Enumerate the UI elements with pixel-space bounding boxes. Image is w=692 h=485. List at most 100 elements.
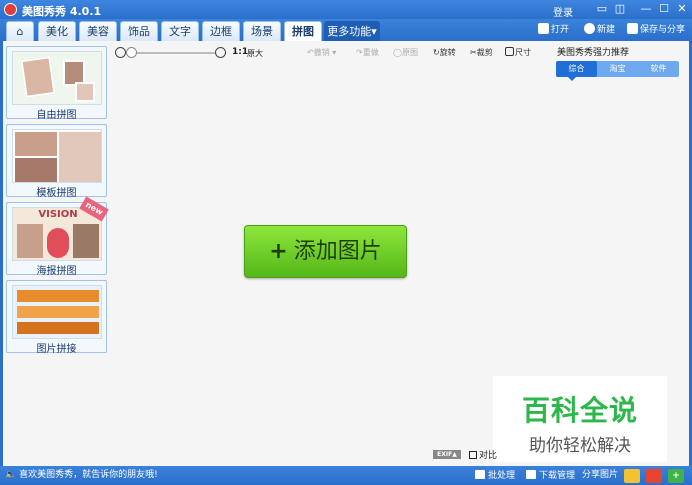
- tab-text[interactable]: 文字: [161, 21, 199, 41]
- recommend-title: 美图秀秀强力推荐: [557, 48, 630, 58]
- close-icon[interactable]: ✕: [674, 2, 690, 16]
- new-button[interactable]: 新建: [584, 23, 615, 37]
- photo-2: [47, 228, 69, 258]
- photo-3: [17, 322, 99, 334]
- poster-collage-card[interactable]: VISION new 海报拼图: [6, 196, 109, 277]
- recommend-tab-general[interactable]: 综合: [556, 61, 597, 77]
- image-stitch-thumbnail: [12, 285, 102, 339]
- photo-3: [73, 224, 99, 258]
- photo-1: [15, 132, 57, 156]
- image-stitch-card[interactable]: 图片拼接: [6, 280, 107, 355]
- photo-3: [75, 82, 95, 102]
- tab-home[interactable]: ⌂: [6, 21, 34, 41]
- plus-icon: +: [269, 239, 288, 264]
- recommend-tabs: 综合 淘宝 软件: [556, 61, 679, 77]
- workspace: 自由拼图 模板拼图 VISION new 海报拼图 图片拼接 1:1 原大 ↶撤…: [3, 41, 689, 466]
- photo-2: [17, 306, 99, 318]
- restore-label: 原图: [401, 48, 418, 57]
- rotate-icon: ↻: [433, 48, 440, 57]
- compare-label: 对比: [479, 451, 498, 461]
- photo-2: [15, 158, 57, 182]
- minimize-icon[interactable]: —: [638, 2, 654, 16]
- speaker-icon: 🔈: [5, 470, 17, 480]
- batch-label: 批处理: [488, 471, 516, 481]
- add-image-button[interactable]: + 添加图片: [244, 225, 407, 278]
- tab-beauty[interactable]: 美容: [79, 21, 117, 41]
- tab-collage[interactable]: 拼图: [284, 21, 322, 41]
- maximize-icon[interactable]: ☐: [656, 2, 672, 16]
- poster-collage-label: 海报拼图: [36, 266, 77, 277]
- star-icon[interactable]: [624, 469, 640, 483]
- download-manager-button[interactable]: 下载管理: [526, 470, 575, 482]
- login-link[interactable]: 登录: [553, 4, 573, 19]
- plus-circle-icon: [584, 23, 595, 34]
- actual-size-button[interactable]: 1:1: [232, 47, 248, 57]
- undo-label: 撤销: [313, 48, 330, 57]
- download-label: 下载管理: [539, 471, 576, 481]
- restore-icon: ◯: [393, 48, 402, 57]
- compare-icon: [469, 451, 477, 459]
- size-button[interactable]: 尺寸: [505, 47, 531, 58]
- download-icon: [526, 470, 536, 479]
- compare-button[interactable]: 对比: [469, 448, 497, 461]
- recommend-tab-pointer: [568, 77, 576, 81]
- new-label: 新建: [597, 25, 616, 35]
- tab-scene[interactable]: 场景: [243, 21, 281, 41]
- resize-icon: [505, 47, 514, 56]
- share-message-text: 喜欢美图秀秀，就告诉你的朋友哦!: [19, 470, 158, 480]
- template-collage-card[interactable]: 模板拼图: [6, 124, 107, 199]
- redo-icon: ↷: [356, 48, 363, 57]
- zoom-slider-track[interactable]: [129, 52, 215, 54]
- save-share-button[interactable]: 保存与分享: [627, 23, 685, 37]
- zoom-slider-knob[interactable]: [126, 47, 137, 58]
- redo-label: 重做: [362, 48, 379, 57]
- folder-icon: [538, 23, 549, 34]
- photo-1: [17, 290, 99, 302]
- share-message[interactable]: 🔈 喜欢美图秀秀，就告诉你的朋友哦!: [5, 470, 158, 481]
- photo-1: [17, 224, 43, 258]
- save-icon: [627, 23, 638, 34]
- scissors-icon: ✂: [470, 48, 477, 57]
- rotate-label: 旋转: [439, 48, 456, 57]
- tab-border[interactable]: 边框: [202, 21, 240, 41]
- watermark-title: 百科全说: [521, 394, 638, 427]
- size-label: 尺寸: [515, 48, 531, 57]
- zoom-in-icon[interactable]: [215, 47, 226, 58]
- skin-icon[interactable]: ◫: [612, 2, 628, 16]
- title-bar: 美图秀秀 4.0.1 登录 ▭ ◫ — ☐ ✕: [0, 0, 692, 19]
- crop-button[interactable]: ✂裁剪: [470, 47, 493, 58]
- app-title: 美图秀秀 4.0.1: [22, 5, 102, 18]
- weibo-icon[interactable]: [646, 469, 662, 483]
- tab-accessories[interactable]: 饰品: [120, 21, 158, 41]
- tab-beautify[interactable]: 美化: [38, 21, 76, 41]
- open-button[interactable]: 打开: [538, 23, 569, 37]
- rotate-button[interactable]: ↻旋转: [433, 47, 456, 58]
- original-size-label[interactable]: 原大: [247, 48, 263, 59]
- recommend-tab-taobao[interactable]: 淘宝: [597, 61, 638, 77]
- zoom-out-icon[interactable]: [115, 47, 126, 58]
- photo-1: [20, 56, 56, 98]
- main-tab-bar: ⌂ 美化 美容 饰品 文字 边框 场景 拼图 更多功能▾ 打开 新建 保存与分享: [0, 19, 692, 41]
- share-image-button[interactable]: 分享图片: [582, 470, 618, 481]
- free-collage-card[interactable]: 自由拼图: [6, 46, 107, 121]
- image-stitch-label: 图片拼接: [36, 344, 77, 355]
- undo-icon: ↶: [307, 48, 314, 57]
- restore-original-button[interactable]: ◯原图: [393, 47, 418, 58]
- redo-button[interactable]: ↷重做: [356, 47, 379, 58]
- tab-more-features[interactable]: 更多功能▾: [324, 21, 380, 41]
- feedback-icon[interactable]: ▭: [594, 2, 610, 16]
- baike-watermark: 百科全说 助你轻松解决: [493, 376, 667, 462]
- undo-button[interactable]: ↶撤销 ▾: [307, 47, 336, 58]
- batch-process-button[interactable]: 批处理: [475, 470, 515, 482]
- add-icon[interactable]: +: [668, 469, 684, 483]
- exif-button[interactable]: EXIF▲: [433, 450, 461, 459]
- watermark-subtitle: 助你轻松解决: [529, 436, 631, 456]
- app-logo-icon: [4, 3, 17, 16]
- free-collage-label: 自由拼图: [36, 110, 77, 121]
- recommend-tab-software[interactable]: 软件: [638, 61, 679, 77]
- status-bar: 🔈 喜欢美图秀秀，就告诉你的朋友哦! 批处理 下载管理 分享图片 +: [0, 466, 692, 485]
- template-collage-thumbnail: [12, 129, 102, 183]
- collage-mode-sidebar: 自由拼图 模板拼图 VISION new 海报拼图 图片拼接: [3, 41, 111, 466]
- crop-label: 裁剪: [476, 48, 493, 57]
- add-image-label: 添加图片: [293, 239, 382, 264]
